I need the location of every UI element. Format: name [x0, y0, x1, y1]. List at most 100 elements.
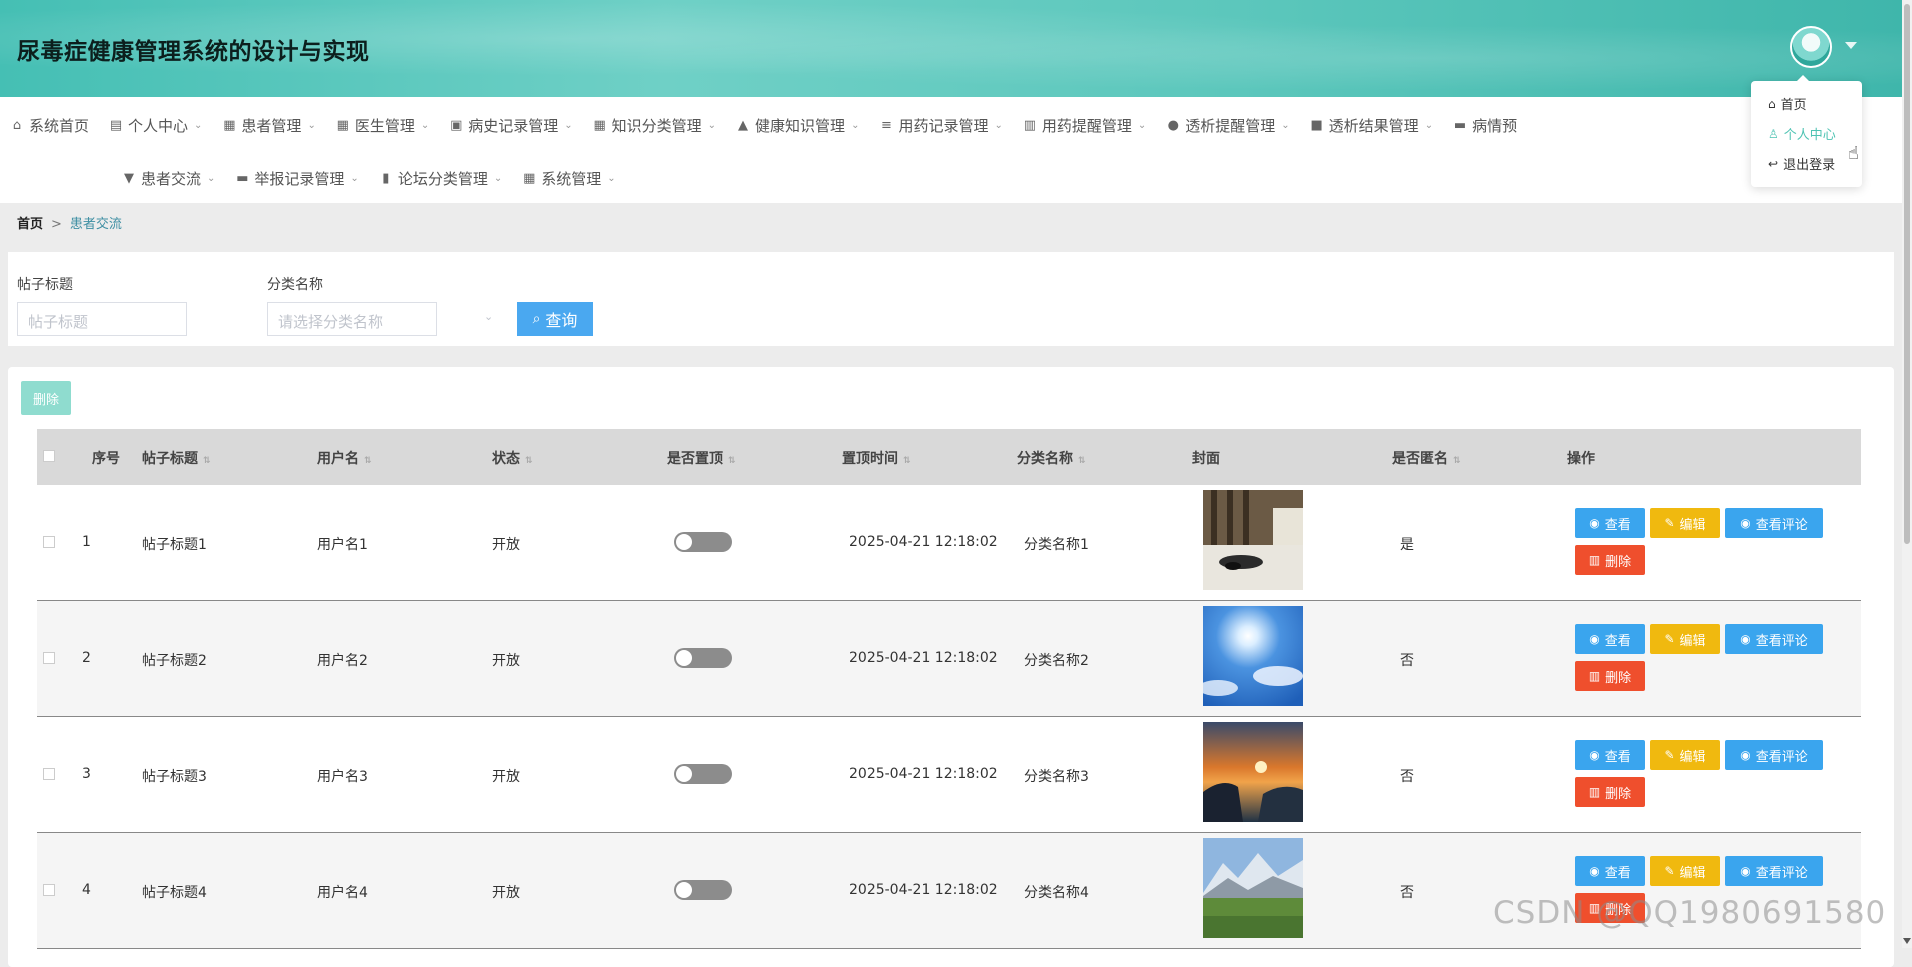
nav-item-condition[interactable]: ▬ 病情预 [1453, 115, 1517, 136]
cell-anonymous: 是 [1400, 537, 1414, 553]
sort-icon: ⇅ [728, 456, 736, 466]
delete-button[interactable]: ▥ 删除 [1575, 777, 1645, 807]
edit-button[interactable]: ✎ 编辑 [1650, 740, 1720, 770]
category-select[interactable]: 请选择分类名称 [267, 302, 437, 336]
chevron-down-icon[interactable]: ⌄ [484, 310, 493, 323]
cell-anonymous: 否 [1400, 769, 1414, 785]
pinned-toggle[interactable] [674, 880, 732, 900]
chevron-down-icon: ⌄ [307, 120, 316, 131]
menu-item-home[interactable]: ⌂ 首页 [1768, 94, 1807, 114]
eye-icon: ◉ [1740, 864, 1751, 878]
cell-status: 开放 [492, 885, 520, 901]
comments-label: 查看评论 [1755, 633, 1808, 649]
pinned-toggle[interactable] [674, 764, 732, 784]
cell-status: 开放 [492, 769, 520, 785]
nav-item-home[interactable]: ⌂ 系统首页 [10, 115, 89, 136]
edit-icon: ✎ [1664, 864, 1675, 878]
cell-pin-time: 2025-04-21 12:18:02 [849, 766, 998, 782]
chevron-down-icon: ⌄ [994, 120, 1003, 131]
view-comments-button[interactable]: ◉ 查看评论 [1725, 508, 1823, 538]
select-all-checkbox[interactable] [43, 450, 55, 462]
doc-icon: ▣ [450, 118, 463, 133]
row-checkbox[interactable] [43, 536, 55, 548]
nav-item-dialysis-reminders[interactable]: ● 透析提醒管理 ⌄ [1166, 115, 1290, 136]
nav-item-report-records[interactable]: ▬ 举报记录管理 ⌄ [235, 168, 359, 189]
view-button[interactable]: ◉ 查看 [1575, 508, 1645, 538]
pinned-toggle[interactable] [674, 648, 732, 668]
user-icon: ♙ [1768, 126, 1779, 141]
query-button[interactable]: ⌕ 查询 [517, 302, 593, 336]
stamp-icon: ▼ [124, 171, 134, 186]
book-icon: ▮ [382, 171, 390, 186]
nav-item-doctors[interactable]: ▦ 医生管理 ⌄ [336, 115, 430, 136]
chevron-down-icon: ⌄ [194, 120, 203, 131]
header-status[interactable]: 状态 ⇅ [492, 448, 533, 468]
view-comments-button[interactable]: ◉ 查看评论 [1725, 624, 1823, 654]
nav-item-medication-reminders[interactable]: ▥ 用药提醒管理 ⌄ [1023, 115, 1147, 136]
cell-anonymous: 否 [1400, 653, 1414, 669]
eye-icon: ◉ [1589, 864, 1600, 878]
view-comments-button[interactable]: ◉ 查看评论 [1725, 856, 1823, 886]
nav-item-system[interactable]: ▦ 系统管理 ⌄ [522, 168, 616, 189]
nav-item-patient-exchange[interactable]: ▼ 患者交流 ⌄ [122, 168, 215, 189]
breadcrumb-home[interactable]: 首页 [17, 217, 43, 232]
camera-icon: ■ [1310, 118, 1323, 133]
delete-button[interactable]: ▥ 删除 [1575, 661, 1645, 691]
avatar[interactable] [1790, 26, 1832, 68]
caret-down-icon[interactable] [1845, 42, 1857, 49]
header-title[interactable]: 帖子标题 ⇅ [142, 448, 211, 468]
search-panel: 帖子标题 帖子标题 分类名称 请选择分类名称 ⌄ ⌕ 查询 [8, 252, 1894, 346]
nav-item-forum-category[interactable]: ▮ 论坛分类管理 ⌄ [379, 168, 502, 189]
chevron-down-icon: ⌄ [564, 120, 573, 131]
nav-item-dialysis-results[interactable]: ■ 透析结果管理 ⌄ [1310, 115, 1434, 136]
pointer-cursor-icon: ☝ [1848, 143, 1859, 164]
nav-item-medical-history[interactable]: ▣ 病史记录管理 ⌄ [449, 115, 573, 136]
chevron-down-icon: ⌄ [207, 173, 216, 184]
nav-item-patients[interactable]: ▦ 患者管理 ⌄ [222, 115, 316, 136]
title-search-input[interactable]: 帖子标题 [17, 302, 187, 336]
row-checkbox[interactable] [43, 652, 55, 664]
row-checkbox[interactable] [43, 884, 55, 896]
card-icon: ▤ [109, 118, 123, 133]
header-username[interactable]: 用户名 ⇅ [317, 448, 372, 468]
menu-label: 个人中心 [1783, 128, 1836, 143]
nav-item-health-knowledge[interactable]: ▲ 健康知识管理 ⌄ [736, 115, 859, 136]
header-pin-time[interactable]: 置顶时间 ⇅ [842, 448, 911, 468]
breadcrumb: 首页 > 患者交流 [17, 213, 122, 232]
menu-item-personal-center[interactable]: ♙ 个人中心 [1768, 124, 1836, 144]
nav-item-knowledge-category[interactable]: ▦ 知识分类管理 ⌄ [593, 115, 716, 136]
header-anonymous[interactable]: 是否匿名 ⇅ [1392, 448, 1461, 468]
header-label: 置顶时间 [842, 451, 898, 467]
cell-username: 用户名3 [317, 769, 368, 785]
edit-label: 编辑 [1679, 749, 1706, 765]
menu-item-logout[interactable]: ↩ 退出登录 [1768, 154, 1836, 174]
scrollbar-thumb[interactable] [1904, 4, 1910, 544]
home-icon: ⌂ [12, 118, 22, 133]
view-comments-button[interactable]: ◉ 查看评论 [1725, 740, 1823, 770]
cell-index: 4 [82, 882, 91, 898]
pinned-toggle[interactable] [674, 532, 732, 552]
cell-pin-time: 2025-04-21 12:18:02 [849, 534, 998, 550]
scroll-down-icon[interactable] [1903, 938, 1911, 944]
nav-item-personal-center[interactable]: ▤ 个人中心 ⌄ [109, 115, 203, 136]
delete-button[interactable]: ▥ 删除 [1575, 545, 1645, 575]
view-button[interactable]: ◉ 查看 [1575, 856, 1645, 886]
nav-item-medication-records[interactable]: ≡ 用药记录管理 ⌄ [879, 115, 1003, 136]
edit-button[interactable]: ✎ 编辑 [1650, 856, 1720, 886]
search-icon: ⌕ [532, 311, 541, 327]
vertical-scrollbar[interactable] [1902, 0, 1912, 948]
edit-label: 编辑 [1679, 517, 1706, 533]
edit-button[interactable]: ✎ 编辑 [1650, 508, 1720, 538]
print-icon: ▬ [1453, 118, 1467, 133]
header-pinned[interactable]: 是否置顶 ⇅ [667, 448, 736, 468]
menu-label: 退出登录 [1783, 158, 1836, 173]
row-checkbox[interactable] [43, 768, 55, 780]
edit-button[interactable]: ✎ 编辑 [1650, 624, 1720, 654]
header-category[interactable]: 分类名称 ⇅ [1017, 448, 1086, 468]
view-button[interactable]: ◉ 查看 [1575, 740, 1645, 770]
trash-icon: ▥ [1588, 785, 1601, 799]
view-button[interactable]: ◉ 查看 [1575, 624, 1645, 654]
cell-index: 1 [82, 534, 91, 550]
chevron-down-icon: ⌄ [707, 120, 717, 131]
batch-delete-button[interactable]: 删除 [21, 381, 71, 415]
